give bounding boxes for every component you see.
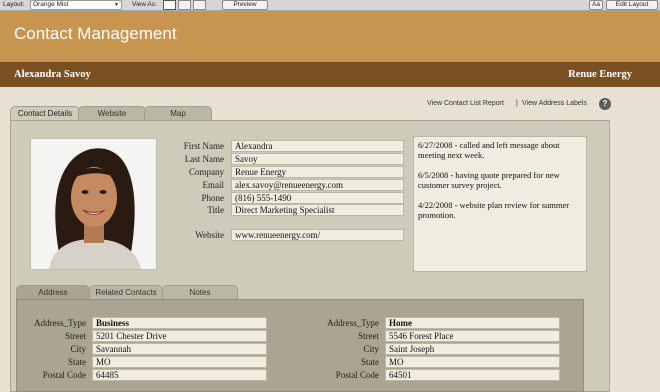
- first-name-label: First Name: [183, 141, 224, 151]
- chevron-down-icon: ▼: [114, 2, 119, 8]
- title-field[interactable]: Direct Marketing Specialist: [231, 204, 404, 216]
- tab-related-contacts[interactable]: Related Contacts: [89, 285, 163, 300]
- notes-field[interactable]: 6/27/2008 - called and left message abou…: [413, 136, 587, 272]
- app-header: Contact Management: [0, 11, 660, 62]
- contact-photo: [30, 138, 157, 270]
- home-street-label: Street: [358, 331, 379, 341]
- tab-website[interactable]: Website: [78, 106, 146, 121]
- business-postal-code-field[interactable]: 64485: [92, 369, 267, 381]
- view-as-list-button[interactable]: [178, 0, 191, 10]
- view-as-label: View As:: [132, 1, 157, 8]
- status-toolbar: Layout: Orange Mist ▼ View As: Preview A…: [0, 0, 660, 11]
- business-street-field[interactable]: 5201 Chester Drive: [92, 330, 267, 342]
- note-entry: 6/27/2008 - called and left message abou…: [418, 140, 560, 160]
- view-address-labels-link[interactable]: View Address Labels: [522, 100, 587, 107]
- note-entry: 4/22/2008 - website plan review for summ…: [418, 200, 570, 220]
- home-state-field[interactable]: MO: [385, 356, 560, 368]
- tab-map[interactable]: Map: [144, 106, 212, 121]
- home-address-type-field[interactable]: Home: [385, 317, 560, 329]
- contact-photo-image: [31, 139, 156, 269]
- email-label: Email: [202, 180, 225, 190]
- font-size-button[interactable]: Aa: [589, 0, 603, 10]
- company-field[interactable]: Renue Energy: [231, 166, 404, 178]
- business-state-label: State: [68, 357, 86, 367]
- phone-field[interactable]: (816) 555-1490: [231, 192, 404, 204]
- page-title: Contact Management: [14, 24, 177, 43]
- view-as-table-button[interactable]: [193, 0, 206, 10]
- business-city-field[interactable]: Savannah: [92, 343, 267, 355]
- home-city-label: City: [363, 344, 379, 354]
- layout-select[interactable]: Orange Mist ▼: [30, 0, 122, 10]
- home-postal-code-label: Postal Code: [335, 370, 379, 380]
- home-postal-code-field[interactable]: 64501: [385, 369, 560, 381]
- contact-name-bar: Alexandra Savoy Renue Energy: [0, 62, 660, 87]
- email-field[interactable]: alex.savoy@renueenergy.com: [231, 179, 404, 191]
- layout-label: Layout:: [3, 1, 25, 8]
- home-street-field[interactable]: 5546 Forest Place: [385, 330, 560, 342]
- website-field[interactable]: www.renueenergy.com/: [231, 229, 404, 241]
- link-separator: |: [516, 100, 518, 107]
- last-name-field[interactable]: Savoy: [231, 153, 404, 165]
- layout-select-value: Orange Mist: [33, 1, 69, 8]
- note-entry: 6/5/2008 - having quote prepared for new…: [418, 170, 560, 190]
- last-name-label: Last Name: [184, 154, 224, 164]
- contact-full-name: Alexandra Savoy: [14, 69, 91, 80]
- phone-label: Phone: [201, 193, 225, 203]
- preview-button[interactable]: Preview: [222, 0, 268, 10]
- business-city-label: City: [70, 344, 86, 354]
- business-address-type-field[interactable]: Business: [92, 317, 267, 329]
- business-address-type-label: Address_Type: [34, 318, 86, 328]
- tab-notes[interactable]: Notes: [162, 285, 238, 300]
- website-label: Website: [195, 230, 224, 240]
- home-state-label: State: [361, 357, 379, 367]
- view-as-form-button[interactable]: [163, 0, 176, 10]
- tab-contact-details[interactable]: Contact Details: [10, 106, 80, 121]
- contact-company-heading: Renue Energy: [568, 69, 632, 80]
- view-contact-list-report-link[interactable]: View Contact List Report: [427, 100, 504, 107]
- company-label: Company: [189, 167, 224, 177]
- first-name-field[interactable]: Alexandra: [231, 140, 404, 152]
- business-postal-code-label: Postal Code: [42, 370, 86, 380]
- business-street-label: Street: [65, 331, 86, 341]
- help-icon[interactable]: ?: [599, 98, 611, 110]
- title-label: Title: [207, 205, 224, 215]
- home-city-field[interactable]: Saint Joseph: [385, 343, 560, 355]
- home-address-type-label: Address_Type: [327, 318, 379, 328]
- edit-layout-button[interactable]: Edit Layout: [606, 0, 658, 10]
- tab-address[interactable]: Address: [16, 285, 90, 300]
- business-state-field[interactable]: MO: [92, 356, 267, 368]
